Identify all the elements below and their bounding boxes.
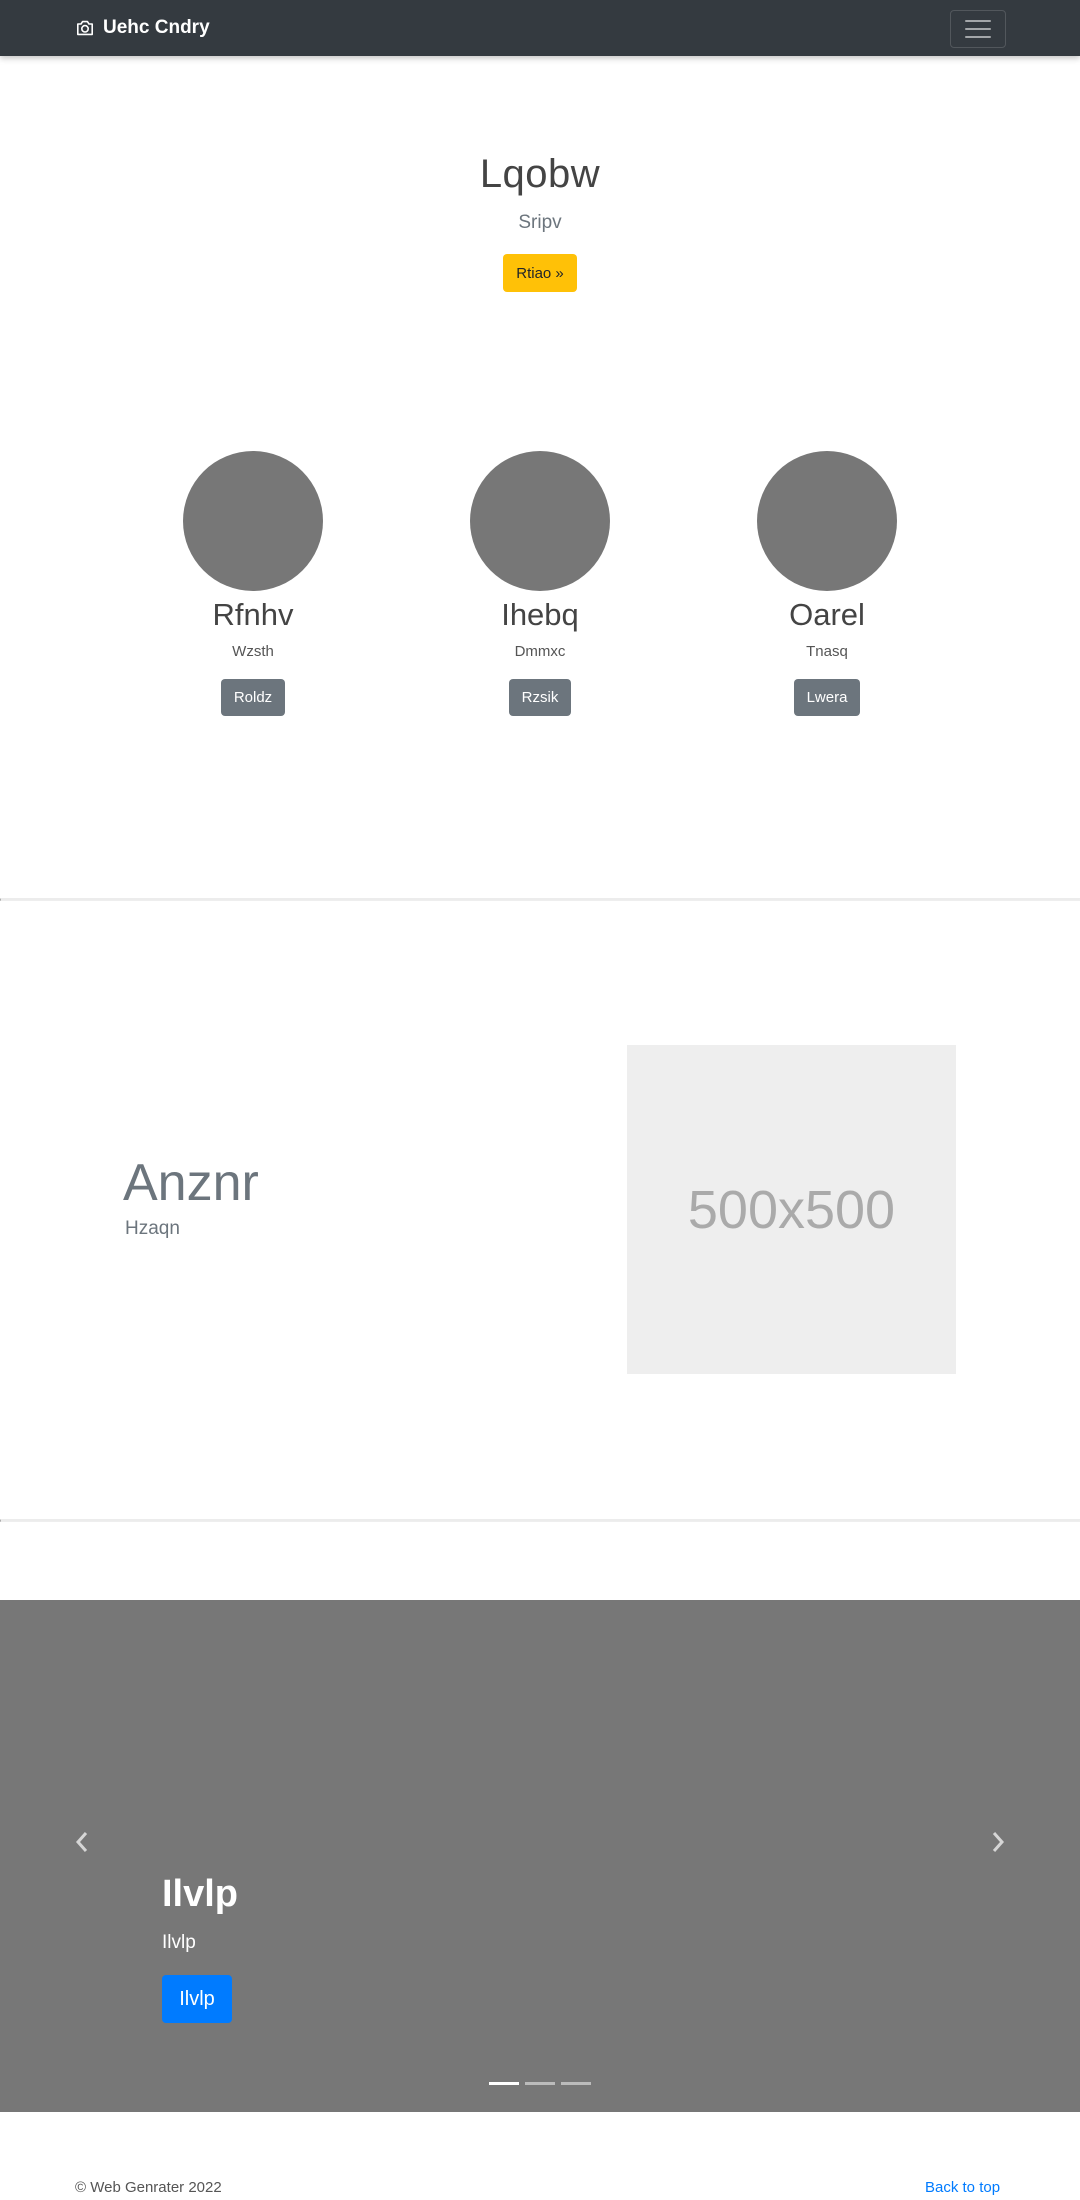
carousel-caption-title: Ilvlp	[162, 1873, 239, 1915]
section-divider	[0, 898, 1080, 901]
chevron-left-icon	[75, 1832, 88, 1852]
placeholder-label: 500x500	[687, 1179, 896, 1240]
carousel: Ilvlp Ilvlp Ilvlp	[0, 1600, 1080, 2112]
navbar: Uehc Cndry	[0, 0, 1080, 56]
navbar-toggler-button[interactable]	[950, 10, 1006, 48]
featurette-subheading: Hzaqn	[125, 1218, 180, 1239]
column-text: Wzsth	[232, 643, 274, 660]
carousel-indicators	[489, 2082, 591, 2085]
column-text: Dmmxc	[514, 643, 566, 660]
avatar-placeholder	[470, 451, 610, 591]
section-divider	[0, 1519, 1080, 1522]
carousel-indicator-3[interactable]	[561, 2082, 591, 2085]
column-text: Tnasq	[806, 643, 848, 660]
column-2: Ihebq Dmmxc Rzsik	[440, 451, 640, 716]
brand-text: Uehc Cndry	[103, 17, 210, 38]
avatar-placeholder	[183, 451, 323, 591]
footer-copyright: © Web Genrater 2022	[75, 2179, 222, 2196]
hero-button[interactable]: Rtiao »	[503, 254, 577, 292]
chevron-right-icon	[992, 1832, 1005, 1852]
carousel-indicator-2[interactable]	[525, 2082, 555, 2085]
column-button[interactable]: Roldz	[220, 679, 286, 716]
column-3: Oarel Tnasq Lwera	[727, 451, 927, 716]
carousel-next-button[interactable]	[986, 1830, 1010, 1854]
column-title: Ihebq	[501, 597, 579, 632]
column-button[interactable]: Rzsik	[508, 679, 572, 716]
column-title: Oarel	[789, 597, 865, 632]
column-title: Rfnhv	[212, 597, 294, 632]
brand-link[interactable]: Uehc Cndry	[75, 0, 210, 56]
featurette-heading: Anznr	[123, 1154, 259, 1212]
camera-icon	[77, 20, 93, 36]
hero-title: Lqobw	[479, 152, 601, 196]
hamburger-menu-icon	[965, 20, 991, 38]
column-button[interactable]: Lwera	[793, 679, 861, 716]
hero-subtitle: Sripv	[518, 212, 562, 233]
carousel-caption-text: Ilvlp	[162, 1932, 196, 1953]
featurette-image-placeholder: 500x500	[627, 1045, 956, 1374]
back-to-top-link[interactable]: Back to top	[925, 2178, 1000, 2198]
carousel-indicator-1[interactable]	[489, 2082, 519, 2085]
carousel-caption-button[interactable]: Ilvlp	[162, 1975, 232, 2023]
column-1: Rfnhv Wzsth Roldz	[153, 451, 353, 716]
avatar-placeholder	[757, 451, 897, 591]
carousel-prev-button[interactable]	[70, 1830, 94, 1854]
